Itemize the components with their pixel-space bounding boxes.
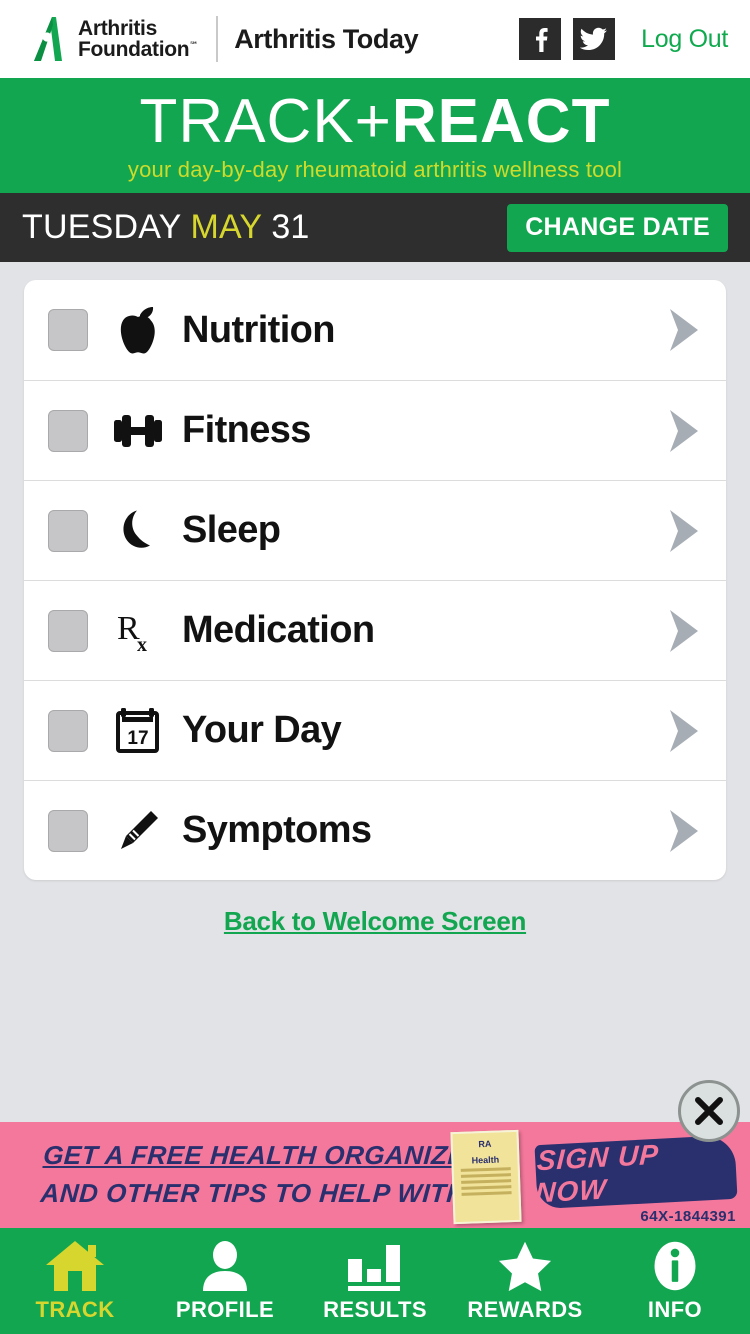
date-day: 31	[271, 208, 310, 246]
nutrition-checkbox[interactable]	[48, 309, 88, 351]
brand-header: Arthritis Foundation℠ Arthritis Today Lo…	[0, 0, 750, 78]
nav-item-rewards[interactable]: REWARDS	[450, 1228, 600, 1334]
header-divider	[216, 16, 219, 62]
ad-book-line	[461, 1179, 512, 1184]
bar-chart-icon	[344, 1239, 406, 1293]
back-link-container: Back to Welcome Screen	[0, 906, 750, 937]
hero-banner: TRACK+REACT your day-by-day rheumatoid a…	[0, 78, 750, 193]
change-date-button[interactable]: CHANGE DATE	[507, 203, 728, 252]
nav-label: TRACK	[35, 1297, 115, 1322]
org-line-1: Arthritis	[78, 16, 157, 40]
tracker-label: Your Day	[182, 709, 342, 751]
publication-title: Arthritis Today	[234, 23, 419, 54]
tracker-label: Nutrition	[182, 308, 335, 351]
tracker-label: Fitness	[182, 409, 311, 451]
calendar-day-number: 17	[127, 728, 148, 749]
chevron-right-icon	[670, 609, 698, 652]
tracker-label: Sleep	[182, 509, 281, 551]
your-day-checkbox[interactable]	[48, 709, 88, 752]
current-date: TUESDAY MAY 31	[22, 208, 310, 247]
tracker-row-your-day[interactable]: 17 Your Day	[24, 680, 726, 780]
home-icon	[44, 1239, 106, 1293]
ad-book-title-1: RA	[478, 1138, 492, 1150]
ad-book-image: RA Health	[450, 1129, 522, 1225]
ad-book-line	[460, 1167, 511, 1172]
date-weekday: TUESDAY	[22, 208, 181, 246]
ad-close-button[interactable]	[678, 1080, 740, 1142]
tracker-row-fitness[interactable]: Fitness	[24, 380, 726, 480]
app-title-track: TRACK+	[139, 86, 392, 156]
tracker-list: Nutrition Fitness Sleep R x Medication 1…	[24, 280, 726, 880]
ad-signup-button[interactable]: SIGN UP NOW	[534, 1134, 738, 1210]
ad-headline-line-2: AND OTHER TIPS TO HELP WITH RA.	[39, 1178, 521, 1208]
facebook-button[interactable]	[519, 18, 562, 60]
chevron-right-icon	[670, 309, 698, 351]
chevron-right-icon	[670, 509, 698, 552]
date-bar: TUESDAY MAY 31 CHANGE DATE	[0, 193, 750, 262]
ad-book-line	[461, 1185, 512, 1190]
fitness-checkbox[interactable]	[48, 409, 88, 452]
ad-signup-label: SIGN UP NOW	[534, 1138, 659, 1209]
facebook-icon	[536, 28, 548, 52]
date-month: MAY	[190, 208, 262, 246]
app-screen: Arthritis Foundation℠ Arthritis Today Lo…	[0, 0, 750, 1334]
chevron-right-icon	[670, 709, 698, 752]
ad-code: 64X-1844391	[640, 1208, 736, 1225]
nav-item-results[interactable]: RESULTS	[300, 1228, 450, 1334]
back-to-welcome-link[interactable]: Back to Welcome Screen	[224, 906, 526, 936]
bottom-navigation: TRACK PROFILE RESULTS REWARDS INFO	[0, 1228, 750, 1334]
close-icon	[695, 1097, 723, 1125]
ad-book-line	[461, 1191, 512, 1196]
tracker-label: Symptoms	[182, 809, 372, 851]
tracker-row-symptoms[interactable]: Symptoms	[24, 780, 726, 880]
info-icon	[650, 1239, 700, 1293]
twitter-button[interactable]	[573, 18, 616, 60]
dumbbell-icon	[108, 411, 168, 451]
person-icon	[198, 1239, 252, 1293]
svg-text:x: x	[137, 634, 147, 656]
pencil-icon	[108, 808, 168, 854]
nav-label: PROFILE	[175, 1297, 275, 1322]
header-actions: Log Out	[519, 18, 728, 60]
medication-checkbox[interactable]	[48, 609, 88, 652]
symptoms-checkbox[interactable]	[48, 809, 88, 852]
tracker-label: Medication	[182, 609, 375, 651]
app-tagline: your day-by-day rheumatoid arthritis wel…	[127, 156, 623, 182]
nav-item-info[interactable]: INFO	[600, 1228, 750, 1334]
nav-item-track[interactable]: TRACK	[0, 1228, 150, 1334]
logout-link[interactable]: Log Out	[641, 25, 728, 54]
tracker-row-sleep[interactable]: Sleep	[24, 480, 726, 580]
star-icon	[494, 1239, 556, 1293]
tracker-row-nutrition[interactable]: Nutrition	[24, 280, 726, 380]
foundation-wordmark: Arthritis Foundation℠	[78, 16, 199, 61]
app-title-react: REACT	[391, 86, 611, 156]
nav-label: RESULTS	[323, 1297, 427, 1322]
moon-icon	[108, 507, 168, 555]
trademark-symbol: ℠	[189, 40, 199, 50]
apple-icon	[108, 305, 168, 355]
ad-book-title-2: Health	[471, 1154, 500, 1166]
advertisement-banner[interactable]: GET A FREE HEALTH ORGANIZER AND OTHER TI…	[0, 1122, 750, 1228]
chevron-right-icon	[670, 409, 698, 452]
nav-item-profile[interactable]: PROFILE	[150, 1228, 300, 1334]
nav-label: INFO	[647, 1297, 703, 1322]
twitter-icon	[580, 27, 608, 51]
org-line-2: Foundation℠	[78, 38, 199, 61]
arthritis-foundation-logo[interactable]: Arthritis Foundation℠	[22, 15, 198, 63]
app-title: TRACK+REACT	[140, 90, 611, 153]
tracker-row-medication[interactable]: R x Medication	[24, 580, 726, 680]
chevron-right-icon	[670, 809, 698, 852]
calendar-icon: 17	[108, 707, 168, 755]
sleep-checkbox[interactable]	[48, 509, 88, 552]
nav-label: REWARDS	[467, 1297, 583, 1322]
ad-book-line	[460, 1173, 511, 1178]
rx-icon: R x	[108, 606, 168, 656]
foundation-mark-icon	[34, 17, 62, 61]
